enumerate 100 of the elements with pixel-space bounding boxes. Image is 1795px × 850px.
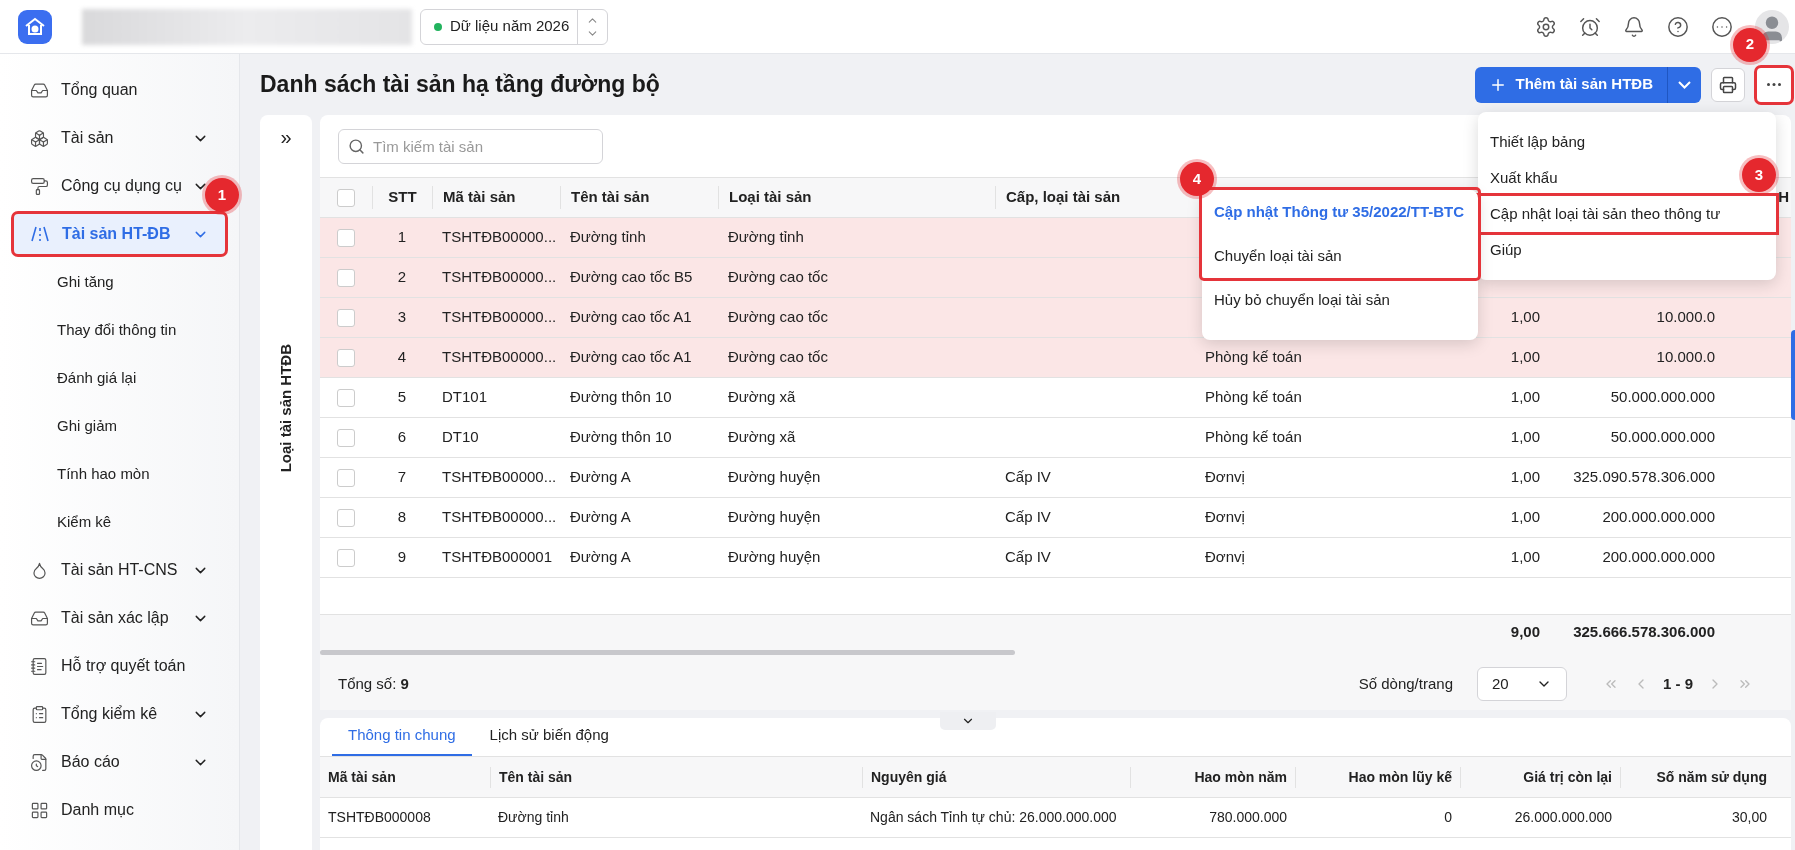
year-selector[interactable]: Dữ liệu năm 2026: [420, 8, 609, 45]
table-cell: Cấp IV: [1005, 548, 1051, 566]
table-cell: TSHTĐB00000...: [442, 468, 557, 486]
sidebar-item[interactable]: Danh mục: [30, 798, 134, 822]
row-checkbox[interactable]: [337, 548, 355, 567]
table-cell: 1,00: [1510, 388, 1540, 406]
sidebar-item[interactable]: Tổng kiểm kê: [30, 702, 158, 726]
sidebar-subitem[interactable]: Thay đổi thông tin: [57, 318, 177, 342]
row-checkbox[interactable]: [337, 388, 355, 407]
table-cell: Đường huyện: [728, 508, 821, 526]
table-cell: DT10: [442, 428, 479, 446]
table-cell: Đường huyện: [728, 548, 821, 566]
column-header: Mã tài sản: [328, 768, 396, 785]
table-cell: TSHTĐB00000...: [442, 228, 557, 246]
callout-badge: 3: [1742, 158, 1776, 192]
sidebar-item[interactable]: Hỗ trợ quyết toán: [30, 654, 186, 678]
table-cell: 10.000.0: [1656, 348, 1715, 366]
menu-item[interactable]: Thiết lập bảng: [1490, 130, 1586, 154]
table-cell: 325.090.578.306.000: [1573, 468, 1715, 486]
row-checkbox[interactable]: [337, 468, 355, 487]
table-cell: 325.666.578.306.000: [1573, 623, 1715, 641]
table-cell: TSHTĐB000001: [442, 548, 553, 566]
table-cell: 200.000.000.000: [1602, 548, 1715, 566]
menu-item[interactable]: Xuất khẩu: [1490, 166, 1558, 190]
print-button[interactable]: [1711, 67, 1745, 102]
select-all-checkbox[interactable]: [337, 188, 355, 207]
total-count: Tổng số: 9: [338, 673, 410, 694]
column-header: H: [1778, 188, 1789, 206]
table-cell: Đường A: [570, 468, 631, 486]
horizontal-scrollbar[interactable]: [320, 650, 1015, 655]
table-cell: 30,00: [1731, 809, 1767, 825]
row-checkbox[interactable]: [337, 348, 355, 367]
table-cell: Đường cao tốc B5: [570, 268, 693, 286]
sidebar-subitem[interactable]: Tính hao mòn: [57, 462, 150, 486]
sidebar-item[interactable]: Tài sản HT-ĐB: [14, 214, 225, 254]
table-cell: 9,00: [1510, 623, 1540, 641]
table-cell: 1,00: [1510, 348, 1540, 366]
table-row[interactable]: 4 TSHTĐB00000... Đường cao tốc A1 Đường cao tốc Phòng kế toán 1,00 10.000.0: [320, 338, 1791, 378]
sidebar-subitem[interactable]: Ghi tăng: [57, 270, 114, 294]
alarm-clock-icon[interactable]: [1579, 15, 1601, 38]
search-field[interactable]: Tìm kiếm tài sản: [338, 128, 603, 164]
more-icon[interactable]: [1711, 15, 1733, 38]
table-cell: 7: [397, 468, 407, 486]
panel-title: Loại tài sản HTĐB: [275, 344, 295, 473]
rows-per-page-select[interactable]: 20: [1477, 667, 1567, 701]
table-cell: Đơnvị: [1205, 508, 1245, 526]
table-cell: 10.000.0: [1656, 308, 1715, 326]
column-header: Giá trị còn lại: [1523, 768, 1612, 785]
sidebar-subitem[interactable]: Ghi giảm: [57, 414, 118, 438]
table-cell: TSHTĐB00000...: [442, 268, 557, 286]
sidebar-icon: [30, 128, 49, 148]
column-header: Tên tài sản: [571, 188, 650, 206]
table-cell: 26.000.000.000: [1514, 809, 1612, 825]
table-cell: DT101: [442, 388, 488, 406]
sidebar-item[interactable]: Công cụ dụng cụ: [30, 174, 182, 198]
chevron-down-icon: [1678, 80, 1691, 89]
sidebar-subitem[interactable]: Đánh giá lại: [57, 366, 137, 390]
table-cell: 4: [397, 348, 407, 366]
sidebar-item[interactable]: Tài sản: [30, 126, 114, 150]
sidebar-item[interactable]: Báo cáo: [30, 750, 120, 774]
settings-icon[interactable]: [1535, 15, 1557, 38]
table-cell: 0: [1444, 809, 1452, 825]
sidebar-item[interactable]: Tổng quan: [30, 78, 138, 102]
table-cell: 50.000.000.000: [1610, 388, 1715, 406]
table-cell: Đường A: [570, 508, 631, 526]
help-icon[interactable]: [1667, 15, 1689, 38]
road-icon: [30, 225, 50, 243]
sidebar-subitem[interactable]: Kiểm kê: [57, 510, 112, 534]
row-checkbox[interactable]: [337, 308, 355, 327]
row-checkbox[interactable]: [337, 268, 355, 287]
row-checkbox[interactable]: [337, 508, 355, 527]
table-cell: TSHTĐB000008: [328, 809, 431, 825]
expand-toggle[interactable]: »: [280, 127, 292, 147]
table-cell: Cấp IV: [1005, 508, 1051, 526]
avatar[interactable]: [1755, 9, 1789, 44]
sidebar-item[interactable]: Tài sản xác lập: [30, 606, 169, 630]
table-cell: 3: [397, 308, 407, 326]
column-header: Hao mòn năm: [1194, 768, 1287, 785]
app-logo[interactable]: [18, 9, 52, 44]
column-header: Nguyên giá: [871, 768, 947, 785]
table-cell: Đơnvị: [1205, 548, 1245, 566]
table-cell: Phòng kế toán: [1205, 428, 1302, 446]
table-cell: 1,00: [1510, 468, 1540, 486]
scroll-handle[interactable]: [1791, 330, 1795, 420]
detail-tab[interactable]: Lịch sử biến động: [473, 723, 625, 756]
bell-icon[interactable]: [1623, 15, 1645, 38]
column-header: Số năm sử dụng: [1656, 768, 1767, 785]
table-cell: 50.000.000.000: [1610, 428, 1715, 446]
table-cell: Đường thôn 10: [570, 428, 672, 446]
more-button[interactable]: [1757, 67, 1791, 102]
table-cell: Đường tỉnh: [728, 228, 804, 246]
row-checkbox[interactable]: [337, 228, 355, 247]
sidebar-item[interactable]: Tài sản HT-CNS: [30, 558, 178, 582]
table-cell: Đường xã: [728, 428, 796, 446]
table-cell: Đường cao tốc A1: [570, 348, 692, 366]
row-checkbox[interactable]: [337, 428, 355, 447]
table-cell: Đường thôn 10: [570, 388, 672, 406]
table-cell: 1,00: [1510, 508, 1540, 526]
sidebar-icon: [30, 176, 49, 196]
table-cell: Phòng kế toán: [1205, 388, 1302, 406]
